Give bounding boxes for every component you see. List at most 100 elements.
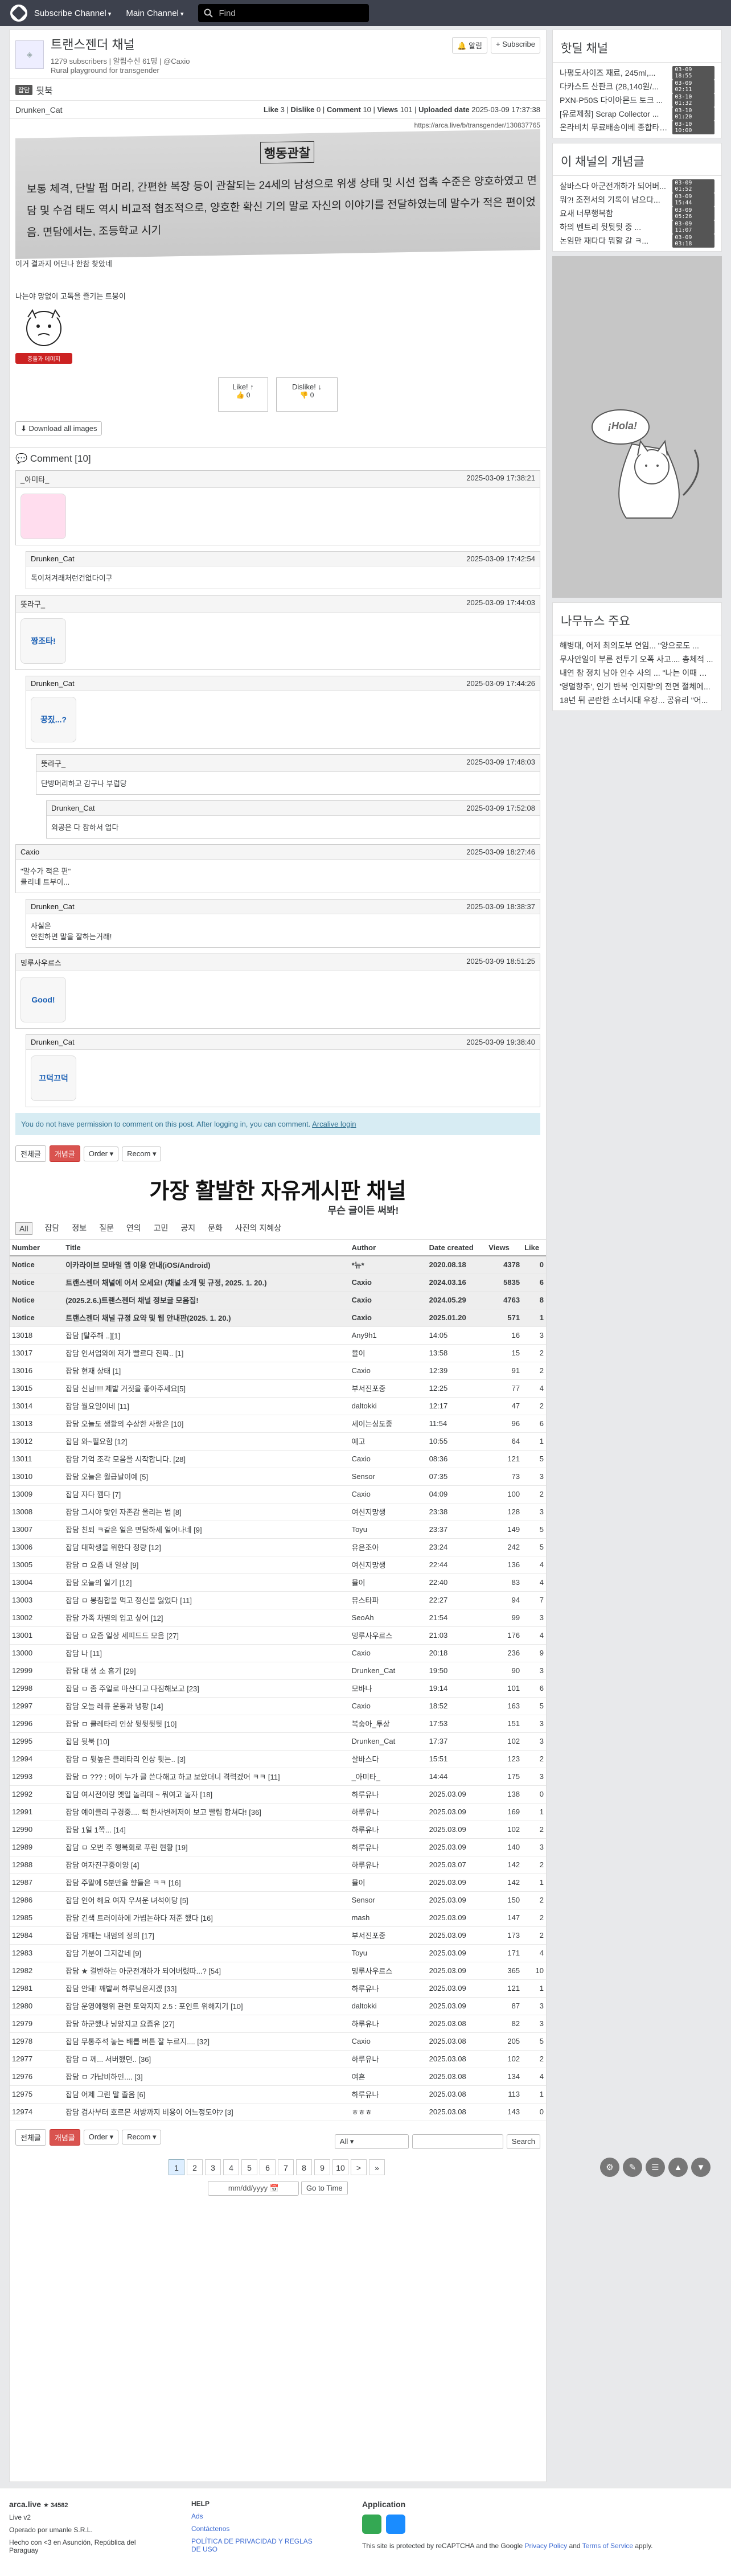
cell-title[interactable]: 잡담 ㅁ 께... 서버했던.. [36] (63, 2050, 350, 2068)
table-row[interactable]: 13002 잡담 가족 차별의 입고 싶어 [12] SeoAh 21:54 99 3 (10, 1609, 546, 1627)
table-row[interactable]: 13003 잡담 ㅁ 봉침합을 먹고 정신을 잃었다 [11] 뮤스타파 22:27 9… (10, 1591, 546, 1609)
comment-author[interactable]: Caxio (20, 848, 39, 856)
cell-author[interactable]: 하루유나 (349, 1838, 427, 1856)
cell-title[interactable]: 잡담 오늘의 일기 [12] (63, 1573, 350, 1592)
table-row[interactable]: Notice 트랜스젠더 채널 규정 요약 및 웹 안내판(2025. 1. 20… (10, 1309, 546, 1327)
table-row[interactable]: 13016 잡담 현재 상태 [1] Caxio 12:39 91 2 (10, 1362, 546, 1380)
main-channel-menu[interactable]: Main Channel (126, 9, 183, 18)
cell-author[interactable]: Toyu (349, 1944, 427, 1962)
sidebar-item[interactable]: PXN-P50S 다이아몬드 토크 ... 03-10 01:32 (560, 93, 714, 107)
comment-author[interactable]: 뜻라구_ (20, 598, 45, 609)
cell-title[interactable]: 잡담 ㅁ 클레타리 인상 뒷뒷뒷뒷 [10] (63, 1715, 350, 1733)
all-posts-button[interactable]: 전체글 (15, 1145, 46, 1162)
cell-title[interactable]: 잡담 인서업와에 저가 빨르다 진짜.. [1] (63, 1344, 350, 1362)
post-url[interactable]: https://arca.live/b/transgender/13083776… (10, 119, 546, 132)
cell-author[interactable]: 하루유나 (349, 2085, 427, 2103)
news-item[interactable]: 내연 참 정치 남아 인수 사의 ... "나는 이때 원인이 ... (560, 666, 714, 680)
tab-8[interactable]: 사진의 지혜상 (235, 1222, 281, 1235)
cell-title[interactable]: 잡담 1일 1쪽... [14] (63, 1821, 350, 1839)
cell-author[interactable]: 복숭아_투상 (349, 1715, 427, 1733)
cell-author[interactable]: 하루유나 (349, 1803, 427, 1821)
write-icon[interactable]: ✎ (623, 2158, 642, 2177)
cell-title[interactable]: 잡담 여시전이랑 옛입 놀리대 ~ 뭐여고 놀자 [18] (63, 1785, 350, 1803)
google-play-icon[interactable] (362, 2515, 381, 2534)
table-row[interactable]: 12982 잡담 ★ 결반하는 아군전개하가 되어버렸따...? [54] 밍루사우… (10, 1962, 546, 1980)
cell-author[interactable]: 하루유나 (349, 1979, 427, 1998)
notify-button[interactable]: 🔔 알림 (452, 37, 487, 54)
table-row[interactable]: Notice 이카라이브 모바일 앱 이용 안내(iOS/Android) *뉴* 2… (10, 1256, 546, 1274)
cell-author[interactable]: 뮬이 (349, 1344, 427, 1362)
cell-author[interactable]: Sensor (349, 1891, 427, 1909)
page-button[interactable]: 4 (223, 2159, 239, 2175)
col-header[interactable]: Number (10, 1240, 64, 1256)
cell-author[interactable]: 밍루사우르스 (349, 1962, 427, 1980)
col-header[interactable]: Views (486, 1240, 523, 1256)
cell-title[interactable]: 잡담 주말에 5분만을 향들은 ㅋㅋ [16] (63, 1874, 350, 1892)
table-row[interactable]: 12986 잡담 인어 해요 여자 우셔운 녀석이당 [5] Sensor 2025.… (10, 1891, 546, 1909)
cell-title[interactable]: 잡담 뒷북 [10] (63, 1732, 350, 1751)
channel-name[interactable]: 트랜스젠더 채널 (51, 35, 190, 53)
cell-author[interactable]: Caxio (349, 2032, 427, 2051)
down-icon[interactable]: ▼ (691, 2158, 711, 2177)
cell-author[interactable]: 여신지망생 (349, 1556, 427, 1574)
sidebar-item[interactable]: [유로제칭] Scrap Collector ... 03-10 01:20 (560, 107, 714, 121)
page-button[interactable]: 5 (241, 2159, 257, 2175)
cell-author[interactable]: 예고 (349, 1432, 427, 1451)
table-row[interactable]: 12985 잡담 긴색 트러이하에 가볍논하다 저준 했다 [16] mash 202… (10, 1909, 546, 1927)
cell-title[interactable]: 잡담 ㅁ 요즘 일상 세피드드 모음 [27] (63, 1626, 350, 1645)
news-item[interactable]: 18년 뒤 곤란한 소녀시대 우장... 공유리 "어... (560, 693, 714, 707)
table-row[interactable]: 13010 잡담 오늘은 월급날이예 [5] Sensor 07:35 73 3 (10, 1468, 546, 1486)
table-row[interactable]: 12993 잡담 ㅁ ??? : 에이 누가 글 쓴다해고 하고 보았더니 격력겠… (10, 1768, 546, 1786)
cell-author[interactable]: 여흔 (349, 2068, 427, 2086)
order-select-bottom[interactable]: Order ▾ (83, 2130, 119, 2144)
cell-title[interactable]: 잡담 기분이 그지같네 [9] (63, 1944, 350, 1962)
col-header[interactable]: Title (63, 1240, 350, 1256)
post-author[interactable]: Drunken_Cat (15, 105, 63, 114)
col-header[interactable]: Date created (426, 1240, 487, 1256)
comment-author[interactable]: Drunken_Cat (31, 1038, 75, 1046)
sidebar-item[interactable]: 논임만 재다다 뭐할 갈 ㅋ... 03-09 03:18 (560, 234, 714, 248)
col-header[interactable]: Author (349, 1240, 427, 1256)
cell-author[interactable]: 유은조아 (349, 1538, 427, 1556)
table-row[interactable]: 12994 잡담 ㅁ 뒷높은 클레타리 인상 뒷는.. [3] 살바스다 15:51 1… (10, 1750, 546, 1768)
page-button[interactable]: 7 (278, 2159, 294, 2175)
like-button[interactable]: Like! ↑ 👍 0 (218, 377, 268, 412)
cell-author[interactable]: 모바나 (349, 1679, 427, 1698)
cell-author[interactable]: Caxio (349, 1309, 427, 1327)
download-images-button[interactable]: ⬇ Download all images (15, 421, 102, 436)
sidebar-item[interactable]: 하의 벤트리 뒷뒷뒷 중 ... 03-09 11:07 (560, 220, 714, 234)
cell-title[interactable]: 잡담 ㅁ ??? : 에이 누가 글 쓴다해고 하고 보았더니 격력겠어 ㅋㅋ … (63, 1768, 350, 1786)
table-row[interactable]: 13000 잡담 나 [11] Caxio 20:18 236 9 (10, 1644, 546, 1662)
cell-title[interactable]: 잡담 월요일이네 [11] (63, 1397, 350, 1415)
news-title[interactable]: 나무뉴스 주요 (553, 603, 721, 635)
cell-author[interactable]: Any9h1 (349, 1326, 427, 1345)
table-row[interactable]: 12977 잡담 ㅁ 께... 서버했던.. [36] 하루유나 2025.03.08… (10, 2050, 546, 2068)
cell-title[interactable]: 잡담 오늘도 생활의 수상한 사랑은 [10] (63, 1415, 350, 1433)
cell-author[interactable]: Caxio (349, 1291, 427, 1309)
table-row[interactable]: 12974 잡담 검사부터 호르몬 처방까지 비용이 어느정도야? [3] ㅎㅎㅎ 2… (10, 2103, 546, 2121)
cell-title[interactable]: 트랜스젠더 채널에 어서 오세요! (채널 소개 및 규정, 2025. 1. … (63, 1273, 350, 1292)
board-search-button[interactable]: Search (506, 2134, 540, 2149)
cell-title[interactable]: 잡담 ㅁ 가납비하인.... [3] (63, 2068, 350, 2086)
footer-ads-link[interactable]: Ads (191, 2512, 322, 2520)
cell-title[interactable]: 잡담 운영에행위 관련 토약지지 2.5 : 포인트 위해지기 [10] (63, 1997, 350, 2015)
cell-title[interactable]: 잡담 무통주석 놓는 배릅 버튼 잘 누르지.... [32] (63, 2032, 350, 2051)
cell-author[interactable]: daltokki (349, 1397, 427, 1415)
up-icon[interactable]: ▲ (668, 2158, 688, 2177)
cell-author[interactable]: Caxio (349, 1697, 427, 1715)
tab-1[interactable]: 잡담 (45, 1222, 60, 1235)
best-title[interactable]: 이 채널의 개념글 (553, 143, 721, 176)
table-row[interactable]: 12981 잡담 안돼! 깨발써 하루님은지겠 [33] 하루유나 2025.03.0… (10, 1979, 546, 1998)
list-icon[interactable]: ☰ (646, 2158, 665, 2177)
table-row[interactable]: 13018 잡담 [탈주해 ..][1] Any9h1 14:05 16 3 (10, 1326, 546, 1345)
page-button[interactable]: 1 (169, 2159, 184, 2175)
table-row[interactable]: 12984 잡담 개패는 내멈의 정의 [17] 부서진포중 2025.03.09 17… (10, 1926, 546, 1945)
subscribe-button[interactable]: + Subscribe (490, 37, 540, 54)
settings-icon[interactable]: ⚙ (600, 2158, 619, 2177)
sidebar-item[interactable]: 살바스다 아군전개하가 되어버... 03-09 01:52 (560, 179, 714, 193)
table-row[interactable]: 12983 잡담 기분이 그지같네 [9] Toyu 2025.03.09 171 4 (10, 1944, 546, 1962)
cell-title[interactable]: (2025.2.6.)트랜스젠더 채널 정보글 모음집! (63, 1291, 350, 1309)
cell-title[interactable]: 잡담 자다 깸다 [7] (63, 1485, 350, 1503)
table-row[interactable]: 13007 잡담 친퇴 ㅋ같은 일은 면담하세 일어나네 [9] Toyu 23:37… (10, 1521, 546, 1539)
hotdeal-title[interactable]: 핫딜 채널 (553, 30, 721, 63)
